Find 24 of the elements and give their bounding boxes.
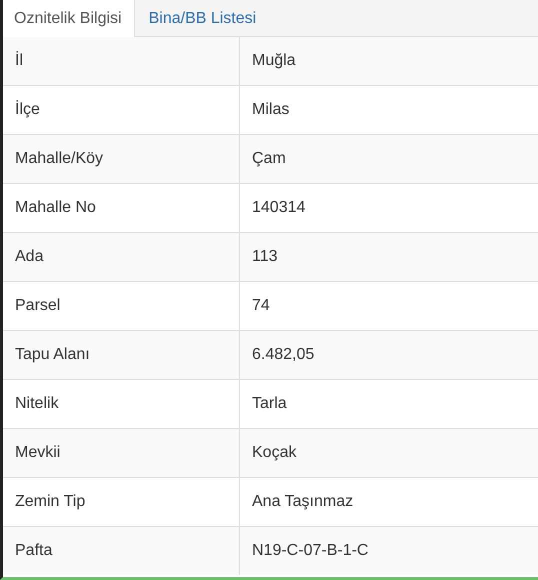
label-cell: Mahalle No xyxy=(15,199,96,217)
label-cell: Nitelik xyxy=(15,395,59,413)
label-cell: Parsel xyxy=(15,297,60,315)
label-cell: Tapu Alanı xyxy=(15,346,90,364)
tab[interactable]: Bina/BB Listesi xyxy=(134,0,270,37)
label-cell: Pafta xyxy=(15,542,52,560)
value-cell: Koçak xyxy=(252,444,296,462)
value-cell: 113 xyxy=(252,248,278,266)
value-cell: Tarla xyxy=(252,395,287,413)
value-cell: 74 xyxy=(252,297,270,315)
label-cell: İl xyxy=(15,52,23,70)
value-cell: Çam xyxy=(252,150,286,168)
tab[interactable]: Oznitelik Bilgisi xyxy=(0,0,135,37)
label-cell: Zemin Tip xyxy=(15,493,86,511)
label-cell: Mahalle/Köy xyxy=(15,150,104,168)
label-cell: Ada xyxy=(15,248,44,266)
value-cell: N19-C-07-B-1-C xyxy=(252,542,368,560)
value-cell: Milas xyxy=(252,101,290,119)
value-cell: Ana Taşınmaz xyxy=(252,493,354,511)
value-cell: 6.482,05 xyxy=(252,346,314,364)
value-cell: 140314 xyxy=(252,199,306,217)
value-cell: Muğla xyxy=(252,52,296,70)
label-cell: İlçe xyxy=(15,101,40,119)
label-cell: Mevkii xyxy=(15,444,60,462)
